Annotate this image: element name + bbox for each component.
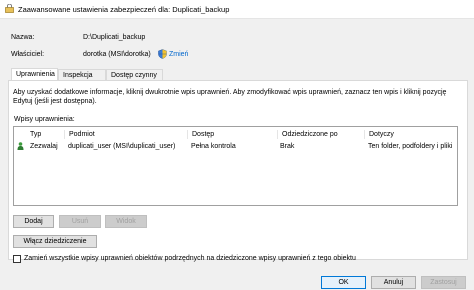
row-applies: Ten folder, podfoldery i pliki [368, 143, 453, 150]
permission-entries-list[interactable]: Typ Podmiot Dostęp Odziedziczone po Doty… [13, 126, 458, 206]
enable-inheritance-button[interactable]: Włącz dziedziczenie [13, 235, 97, 248]
row-inherited: Brak [280, 143, 295, 150]
lock-folder-icon [5, 4, 14, 13]
column-header-inherited[interactable]: Odziedziczone po [277, 130, 364, 139]
info-text-line1: Aby uzyskać dodatkowe informacje, klikni… [13, 89, 447, 96]
uac-shield-icon [158, 49, 167, 59]
view-button[interactable]: Widok [105, 215, 147, 228]
owner-value: dorotka (MSI\dorotka) [83, 51, 151, 58]
replace-child-permissions-checkbox[interactable] [13, 255, 21, 263]
column-header-applies[interactable]: Dotyczy [364, 130, 457, 139]
column-header-principal[interactable]: Podmiot [64, 130, 187, 139]
add-button[interactable]: Dodaj [13, 215, 54, 228]
replace-child-permissions-label: Zamień wszystkie wpisy uprawnień obiektó… [24, 255, 356, 262]
name-label: Nazwa: [11, 34, 35, 41]
row-access: Pełna kontrola [191, 143, 236, 150]
ok-button[interactable]: OK [321, 276, 366, 289]
name-value: D:\Duplicati_backup [83, 34, 146, 41]
permission-entries-label: Wpisy uprawnienia: [14, 116, 75, 123]
title-bar: Zaawansowane ustawienia zabezpieczeń dla… [0, 0, 474, 19]
column-header-access[interactable]: Dostęp [187, 130, 277, 139]
window-title: Zaawansowane ustawienia zabezpieczeń dla… [18, 5, 230, 14]
owner-label: Właściciel: [11, 51, 45, 58]
info-text-line2: Edytuj (jeśli jest dostępna). [13, 98, 97, 105]
column-header-type[interactable]: Typ [26, 130, 64, 139]
user-icon [17, 142, 24, 150]
table-row[interactable]: Zezwalaj duplicati_user (MSI\duplicati_u… [14, 140, 457, 152]
cancel-button[interactable]: Anuluj [371, 276, 416, 289]
apply-button[interactable]: Zastosuj [421, 276, 466, 289]
row-type: Zezwalaj [30, 143, 58, 150]
change-owner-link[interactable]: Zmień [169, 51, 188, 58]
row-principal: duplicati_user (MSI\duplicati_user) [68, 143, 176, 150]
remove-button[interactable]: Usuń [59, 215, 101, 228]
